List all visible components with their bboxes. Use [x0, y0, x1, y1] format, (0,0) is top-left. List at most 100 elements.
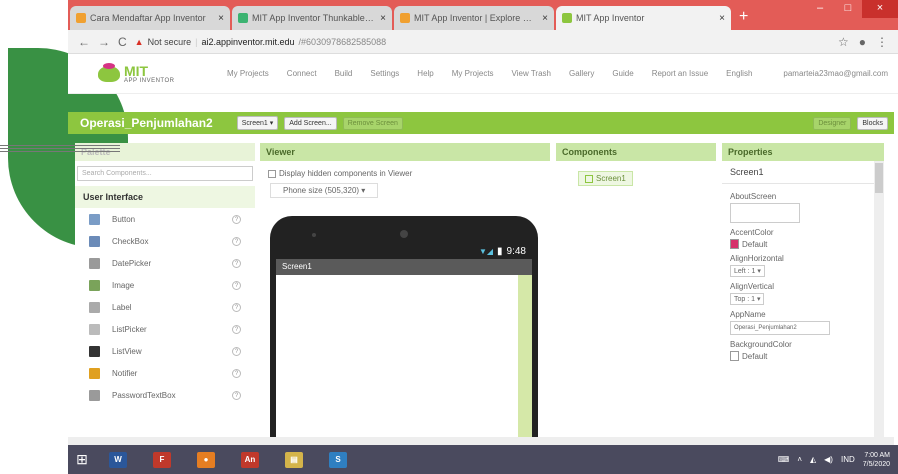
back-button[interactable]: ←: [78, 35, 90, 49]
project-name: Operasi_Penjumlahan2: [80, 116, 213, 130]
palette-item-passwordtextbox[interactable]: PasswordTextBox?: [75, 384, 255, 406]
accent-color-value: Default: [742, 239, 768, 249]
help-icon[interactable]: ?: [232, 390, 241, 400]
tab-close-icon[interactable]: ×: [380, 13, 386, 24]
tab-close-icon[interactable]: ×: [542, 13, 548, 24]
help-icon[interactable]: ?: [232, 302, 241, 312]
tray-arrow-icon[interactable]: ˄: [797, 455, 802, 464]
component-search-input[interactable]: Search Components...: [77, 166, 253, 181]
taskbar-app-button[interactable]: ●: [190, 448, 222, 472]
maximize-button[interactable]: □: [834, 0, 862, 18]
align-horizontal-select[interactable]: Left : 1 ▾: [730, 265, 765, 277]
browser-tab[interactable]: MIT App Inventor | Explore MIT App ×: [394, 6, 554, 30]
user-interface-group[interactable]: User Interface: [75, 186, 255, 208]
properties-scrollbar[interactable]: [874, 161, 884, 443]
component-tree-screen1[interactable]: Screen1: [578, 171, 633, 186]
palette-item-listview[interactable]: ListView?: [75, 340, 255, 362]
taskbar-app-button[interactable]: ▤: [278, 448, 310, 472]
notifier-icon: [89, 367, 100, 379]
app-name-input[interactable]: Operasi_Penjumlahan2: [730, 321, 830, 335]
about-screen-input[interactable]: [730, 203, 800, 223]
horizontal-scrollbar[interactable]: [68, 437, 894, 445]
app-inventor-logo[interactable]: MIT APP INVENTOR: [68, 62, 218, 84]
help-icon[interactable]: ?: [232, 214, 241, 224]
keyboard-icon[interactable]: ⌨: [778, 455, 790, 464]
palette-item-label: Image: [112, 280, 135, 290]
screen-select[interactable]: Screen1 ▾: [236, 116, 279, 130]
menu-my-projects[interactable]: My Projects: [218, 69, 278, 78]
menu-help[interactable]: Help: [408, 69, 442, 78]
palette-item-button[interactable]: Button?: [75, 208, 255, 230]
help-icon[interactable]: ?: [232, 368, 241, 378]
palette-item-image[interactable]: Image?: [75, 274, 255, 296]
minimize-button[interactable]: –: [806, 0, 834, 18]
profile-icon[interactable]: ●: [859, 35, 866, 49]
taskbar-app-button[interactable]: An: [234, 448, 266, 472]
display-hidden-checkbox[interactable]: [268, 169, 276, 178]
taskbar-app-button[interactable]: F: [146, 448, 178, 472]
menu-guide[interactable]: Guide: [603, 69, 642, 78]
menu-my-projects-link[interactable]: My Projects: [443, 69, 503, 78]
volume-icon[interactable]: ◀): [824, 455, 833, 464]
forward-button[interactable]: →: [98, 35, 110, 49]
properties-title: Properties: [722, 143, 884, 161]
decorative-lines: [0, 143, 120, 157]
tab-favicon-icon: [238, 13, 248, 23]
bookmark-star-icon[interactable]: ☆: [838, 35, 849, 49]
palette-item-listpicker[interactable]: ListPicker?: [75, 318, 255, 340]
taskbar-app-button[interactable]: W: [102, 448, 134, 472]
close-window-button[interactable]: ×: [862, 0, 898, 18]
palette-item-label: Notifier: [112, 368, 138, 378]
logo-mit-text: MIT: [124, 62, 149, 79]
address-bar: ← → C ▲ Not secure | ai2.appinventor.mit…: [68, 30, 898, 54]
taskbar-app-button[interactable]: S: [322, 448, 354, 472]
menu-dots-icon[interactable]: ⋮: [876, 35, 888, 49]
remove-screen-button[interactable]: Remove Screen: [342, 116, 403, 130]
help-icon[interactable]: ?: [232, 236, 241, 246]
help-icon[interactable]: ?: [232, 346, 241, 356]
new-tab-button[interactable]: +: [739, 6, 748, 30]
url-path: /#6030978682585088: [298, 36, 387, 47]
menu-settings[interactable]: Settings: [361, 69, 408, 78]
blocks-button[interactable]: Blocks: [857, 116, 888, 130]
menu-view-trash[interactable]: View Trash: [503, 69, 560, 78]
reload-button[interactable]: C: [118, 35, 127, 49]
menu-report-issue[interactable]: Report an Issue: [643, 69, 717, 78]
signal-icon: ▼◢: [478, 246, 494, 256]
tab-close-icon[interactable]: ×: [719, 13, 725, 24]
help-icon[interactable]: ?: [232, 280, 241, 290]
clock[interactable]: 7:00 AM 7/5/2020: [863, 451, 890, 469]
palette-item-label: PasswordTextBox: [112, 390, 176, 400]
accent-color-picker[interactable]: Default: [730, 239, 876, 249]
logo-bee-icon: [98, 62, 120, 82]
menu-gallery[interactable]: Gallery: [560, 69, 603, 78]
background-color-picker[interactable]: Default: [730, 351, 876, 361]
tab-title: Cara Mendaftar App Inventor: [90, 13, 206, 23]
label-icon: [89, 301, 100, 313]
add-screen-button[interactable]: Add Screen...: [284, 116, 337, 130]
align-vertical-select[interactable]: Top : 1 ▾: [730, 293, 765, 305]
help-icon[interactable]: ?: [232, 324, 241, 334]
phone-size-select[interactable]: Phone size (505,320) ▾: [270, 183, 379, 198]
warning-icon: ▲: [134, 36, 144, 47]
url-field[interactable]: ▲ Not secure | ai2.appinventor.mit.edu/#…: [135, 37, 830, 47]
menu-connect[interactable]: Connect: [278, 69, 326, 78]
browser-tab-active[interactable]: MIT App Inventor ×: [556, 6, 731, 30]
taskbar-app-icon: ●: [197, 451, 215, 468]
tab-close-icon[interactable]: ×: [218, 13, 224, 24]
palette-item-label[interactable]: Label?: [75, 296, 255, 318]
network-icon[interactable]: ◭: [810, 455, 816, 464]
windows-start-icon[interactable]: ⊞: [68, 445, 96, 474]
help-icon[interactable]: ?: [232, 258, 241, 268]
designer-button[interactable]: Designer: [813, 116, 852, 130]
menu-language[interactable]: English: [717, 69, 761, 78]
phone-time: 9:48: [506, 245, 526, 257]
user-email[interactable]: pamarteia23mao@gmail.com: [783, 69, 898, 78]
language-indicator[interactable]: IND: [841, 455, 855, 464]
palette-item-datepicker[interactable]: DatePicker?: [75, 252, 255, 274]
menu-build[interactable]: Build: [326, 69, 362, 78]
palette-item-checkbox[interactable]: CheckBox?: [75, 230, 255, 252]
browser-tab[interactable]: Cara Mendaftar App Inventor ×: [70, 6, 230, 30]
browser-tab[interactable]: MIT App Inventor Thunkable koq ×: [232, 6, 392, 30]
palette-item-notifier[interactable]: Notifier?: [75, 362, 255, 384]
